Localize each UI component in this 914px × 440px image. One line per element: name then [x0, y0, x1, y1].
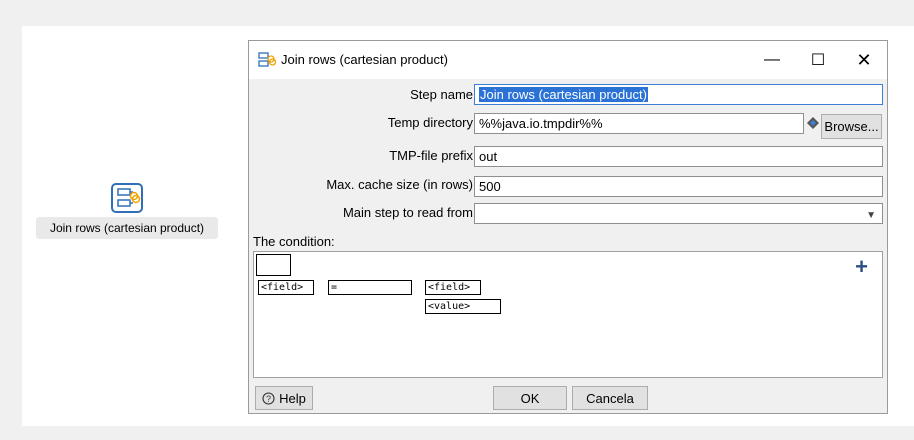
condition-negate-box[interactable]: [256, 254, 291, 276]
condition-editor[interactable]: + <field> = <field> <value>: [253, 251, 883, 378]
help-button[interactable]: ? Help: [255, 386, 313, 410]
max-cache-size-label: Max. cache size (in rows): [326, 177, 473, 192]
svg-text:?: ?: [266, 393, 271, 403]
dialog-title: Join rows (cartesian product): [281, 52, 448, 67]
step-name-input[interactable]: Join rows (cartesian product): [474, 84, 883, 105]
temp-directory-label: Temp directory: [387, 115, 473, 130]
browse-button[interactable]: Browse...: [821, 114, 882, 139]
help-icon: ?: [262, 391, 275, 405]
max-cache-size-input[interactable]: 500: [474, 176, 883, 197]
chevron-down-icon[interactable]: ▼: [866, 207, 876, 223]
close-button[interactable]: ✕: [841, 41, 887, 79]
main-step-label: Main step to read from: [342, 205, 473, 220]
join-rows-title-icon: [258, 52, 276, 67]
condition-label: The condition:: [253, 234, 335, 249]
step-label[interactable]: Join rows (cartesian product): [36, 217, 218, 239]
temp-directory-input[interactable]: %%java.io.tmpdir%%: [474, 113, 804, 134]
condition-right-field[interactable]: <field>: [425, 280, 481, 295]
join-rows-dialog: Join rows (cartesian product) — ☐ ✕ Step…: [248, 40, 888, 414]
minimize-button[interactable]: —: [749, 41, 795, 79]
condition-left-field[interactable]: <field>: [258, 280, 314, 295]
step-name-label: Step name: [410, 87, 473, 102]
main-step-select[interactable]: ▼: [474, 203, 883, 224]
cancel-button[interactable]: Cancela: [572, 386, 648, 410]
step-name-value: Join rows (cartesian product): [479, 87, 648, 102]
tmp-file-prefix-input[interactable]: out: [474, 146, 883, 167]
maximize-button[interactable]: ☐: [795, 41, 841, 79]
join-rows-step-icon[interactable]: [111, 183, 143, 213]
dialog-titlebar[interactable]: Join rows (cartesian product) — ☐ ✕: [249, 41, 887, 79]
tmp-file-prefix-label: TMP-file prefix: [389, 148, 473, 163]
condition-operator[interactable]: =: [328, 280, 412, 295]
ok-button[interactable]: OK: [493, 386, 567, 410]
condition-right-value[interactable]: <value>: [425, 299, 501, 314]
help-label: Help: [279, 390, 306, 406]
add-condition-icon[interactable]: +: [855, 254, 868, 280]
variable-diamond-icon[interactable]: [807, 117, 819, 129]
